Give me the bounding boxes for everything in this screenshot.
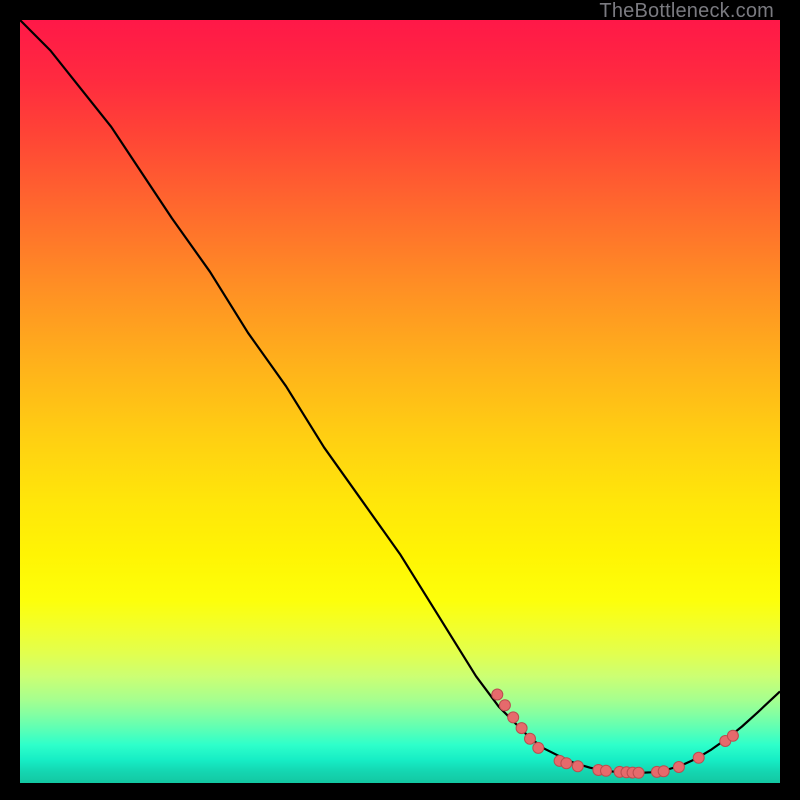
data-point (561, 758, 572, 769)
watermark-text: TheBottleneck.com (599, 0, 774, 23)
chart-svg (20, 20, 780, 783)
data-point (499, 700, 510, 711)
data-point (525, 733, 536, 744)
data-point (601, 765, 612, 776)
data-point (516, 723, 527, 734)
curve-line (20, 20, 780, 773)
curve-points (492, 689, 739, 778)
data-point (673, 762, 684, 773)
data-point (658, 766, 669, 777)
data-point (508, 712, 519, 723)
data-point (492, 689, 503, 700)
data-point (727, 730, 738, 741)
data-point (572, 761, 583, 772)
data-point (533, 742, 544, 753)
data-point (693, 752, 704, 763)
data-point (633, 767, 644, 778)
chart-container: TheBottleneck.com (0, 0, 800, 800)
plot-area (20, 20, 780, 783)
